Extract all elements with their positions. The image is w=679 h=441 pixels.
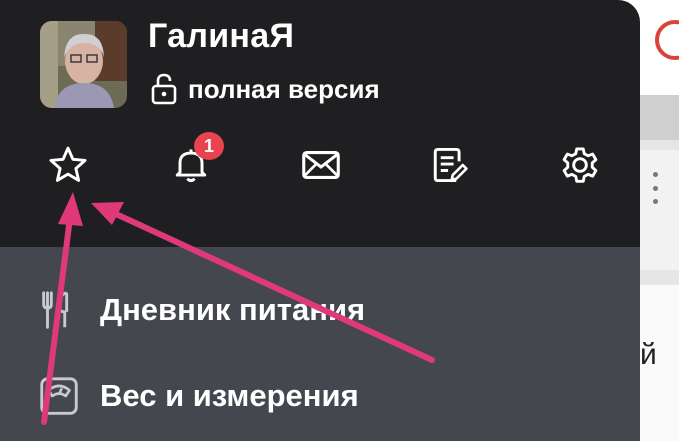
notes-icon: [433, 147, 468, 183]
version-label: полная версия: [188, 73, 380, 104]
menu-item-food-diary[interactable]: Дневник питания: [0, 275, 640, 345]
menu-item-weight-measurements[interactable]: Вес и измерения: [0, 361, 640, 431]
notes-button[interactable]: [424, 140, 474, 190]
unlock-icon: [150, 73, 178, 105]
quick-actions-bar: [0, 130, 640, 200]
username[interactable]: ГалинаЯ: [148, 17, 294, 56]
version-status[interactable]: полная версия: [150, 73, 380, 105]
avatar[interactable]: [40, 21, 127, 108]
favorites-button[interactable]: [43, 140, 93, 190]
messages-button[interactable]: [296, 140, 346, 190]
fork-knife-icon: [36, 287, 82, 333]
star-icon: [49, 146, 87, 182]
background-partial-text: й: [640, 338, 657, 371]
menu-item-label: Дневник питания: [100, 292, 366, 327]
settings-button[interactable]: [555, 140, 605, 190]
drawer-header: ГалинаЯ полная версия 1: [0, 0, 640, 247]
notification-badge: 1: [194, 132, 224, 160]
gear-icon: [562, 147, 598, 183]
drawer-menu: Дневник питания Вес и измерения: [0, 247, 640, 441]
scale-icon: [36, 373, 82, 419]
menu-item-label: Вес и измерения: [100, 378, 359, 413]
more-options-icon[interactable]: [652, 172, 658, 204]
navigation-drawer: ГалинаЯ полная версия 1 Дневник питания …: [0, 0, 640, 441]
mail-icon: [302, 151, 340, 179]
